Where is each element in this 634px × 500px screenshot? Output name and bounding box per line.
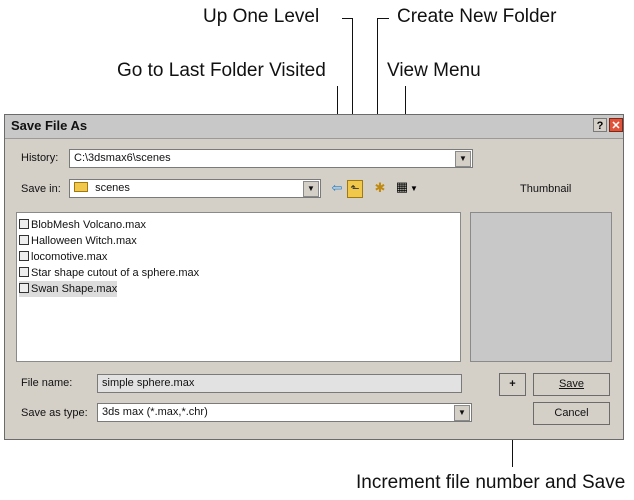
max-file-icon: [19, 235, 29, 246]
save-button[interactable]: Save: [533, 373, 610, 396]
dialog-title: Save File As: [11, 118, 88, 133]
leader-new-folder-h: [377, 18, 389, 19]
max-file-icon: [19, 283, 29, 294]
title-bar: Save File As ? ✕: [5, 115, 623, 139]
save-type-label: Save as type:: [21, 407, 88, 419]
list-item[interactable]: Halloween Witch.max: [19, 233, 137, 249]
view-menu-icon[interactable]: ▦: [394, 179, 410, 195]
chevron-down-icon[interactable]: ▼: [454, 405, 470, 421]
file-name: Halloween Witch.max: [31, 235, 137, 247]
max-file-icon: [19, 267, 29, 278]
folder-icon: [74, 182, 88, 193]
cancel-button[interactable]: Cancel: [533, 402, 610, 425]
save-type-dropdown[interactable]: 3ds max (*.max,*.chr) ▼: [97, 403, 472, 422]
list-item[interactable]: locomotive.max: [19, 249, 107, 265]
file-name-field[interactable]: simple sphere.max: [97, 374, 462, 393]
thumbnail-label: Thumbnail: [520, 183, 572, 195]
max-file-icon: [19, 219, 29, 230]
history-label: History:: [21, 152, 59, 164]
view-menu-arrow-icon[interactable]: ▼: [410, 181, 418, 197]
save-type-value: 3ds max (*.max,*.chr): [102, 406, 208, 418]
max-file-icon: [19, 251, 29, 262]
file-name-value: simple sphere.max: [102, 377, 195, 389]
callout-create-new-folder: Create New Folder: [397, 6, 557, 27]
save-in-value: scenes: [95, 182, 130, 194]
list-item[interactable]: Swan Shape.max: [19, 281, 118, 297]
file-name: locomotive.max: [31, 251, 108, 263]
chevron-down-icon[interactable]: ▼: [303, 181, 319, 197]
history-dropdown[interactable]: C:\3dsmax6\scenes ▼: [69, 149, 473, 168]
callout-go-to-last-folder: Go to Last Folder Visited: [117, 60, 326, 81]
back-arrow-icon[interactable]: ⇦: [329, 180, 345, 196]
new-folder-icon[interactable]: ✱: [372, 180, 388, 196]
file-name: Star shape cutout of a sphere.max: [31, 267, 200, 279]
up-one-level-icon[interactable]: ⬑: [347, 180, 363, 198]
save-in-label: Save in:: [21, 183, 61, 195]
save-in-dropdown[interactable]: scenes ▼: [69, 179, 321, 198]
history-value: C:\3dsmax6\scenes: [74, 152, 171, 164]
list-item[interactable]: Star shape cutout of a sphere.max: [19, 265, 199, 281]
file-name: Swan Shape.max: [31, 283, 118, 295]
callout-increment-save: Increment file number and Save: [356, 472, 626, 493]
list-item[interactable]: BlobMesh Volcano.max: [19, 217, 146, 233]
file-list[interactable]: BlobMesh Volcano.max Halloween Witch.max…: [16, 212, 461, 362]
callout-view-menu: View Menu: [387, 60, 481, 81]
thumbnail-panel: [470, 212, 612, 362]
file-name: BlobMesh Volcano.max: [31, 219, 146, 231]
callout-up-one-level: Up One Level: [203, 6, 320, 27]
increment-save-button[interactable]: +: [499, 373, 526, 396]
save-file-as-dialog: Save File As ? ✕ History: C:\3dsmax6\sce…: [4, 114, 624, 440]
file-name-label: File name:: [21, 377, 73, 389]
chevron-down-icon[interactable]: ▼: [455, 151, 471, 167]
close-button[interactable]: ✕: [609, 118, 623, 132]
help-button[interactable]: ?: [593, 118, 607, 132]
